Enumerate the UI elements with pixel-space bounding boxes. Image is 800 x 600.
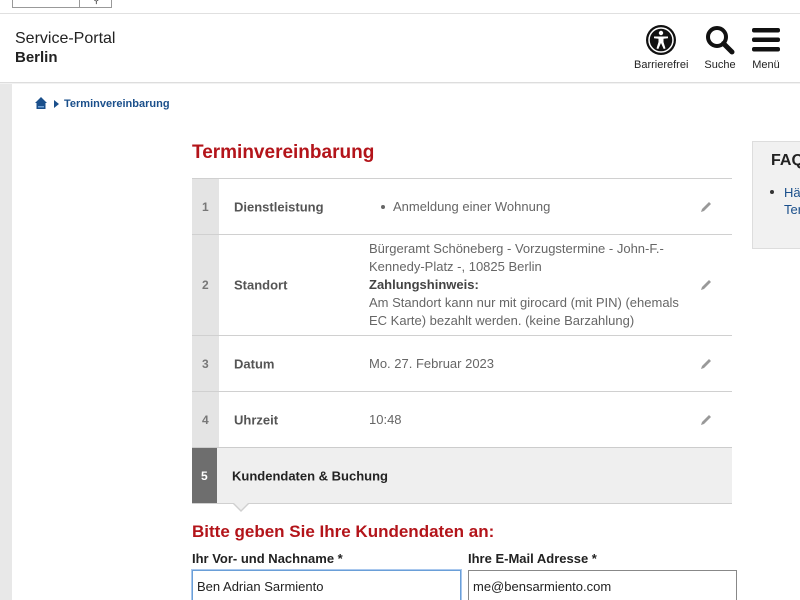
site-header: Service-Portal Berlin Barrierefrei Suche…	[0, 14, 800, 83]
breadcrumb-current[interactable]: Terminvereinbarung	[64, 98, 170, 110]
edit-pencil-icon[interactable]	[699, 357, 713, 371]
step-label: Datum	[234, 356, 275, 371]
edit-pencil-icon[interactable]	[699, 200, 713, 214]
active-step-pointer	[232, 502, 250, 512]
edit-pencil-icon[interactable]	[699, 278, 713, 292]
step-date: 3 Datum Mo. 27. Februar 2023	[192, 335, 732, 391]
search-icon	[706, 26, 735, 55]
customer-data-heading: Bitte geben Sie Ihre Kundendaten an:	[192, 522, 495, 541]
name-input[interactable]	[192, 570, 461, 600]
edit-pencil-icon[interactable]	[699, 413, 713, 427]
step-value: 10:48	[369, 412, 402, 427]
step-value: Mo. 27. Februar 2023	[369, 356, 495, 371]
search-button[interactable]: Suche	[704, 24, 736, 71]
step-number: 3	[192, 336, 219, 391]
faq-link-continued[interactable]: Ter	[784, 202, 800, 217]
brand-line-1[interactable]: Service-Portal	[15, 30, 115, 48]
step-customer-data: 5 Kundendaten & Buchung	[192, 447, 732, 512]
email-input[interactable]	[468, 570, 737, 600]
step-service: 1 Dienstleistung Anmeldung einer Wohnung	[192, 178, 732, 234]
payment-hint-line-2: EC Karte) bezahlt werden. (keine Barzahl…	[369, 313, 635, 328]
accessibility-label: Barrierefrei	[634, 59, 689, 71]
email-label: Ihre E-Mail Adresse *	[468, 551, 597, 566]
top-strip: ⚲	[0, 0, 800, 14]
accessibility-icon	[646, 25, 677, 55]
payment-hint-line-1: Am Standort kann nur mit girocard (mit P…	[369, 295, 679, 310]
menu-label: Menü	[752, 59, 780, 71]
brand-line-2[interactable]: Berlin	[15, 49, 58, 66]
top-search-field[interactable]	[12, 0, 80, 8]
accessibility-button[interactable]: Barrierefrei	[634, 24, 688, 71]
faq-link[interactable]: Hä	[784, 185, 800, 200]
search-label: Suche	[704, 59, 736, 71]
step-value: Anmeldung einer Wohnung	[367, 198, 687, 216]
bullet-icon	[381, 204, 385, 209]
booking-steps: 1 Dienstleistung Anmeldung einer Wohnung…	[192, 178, 732, 512]
step-location: 2 Standort Bürgeramt Schöneberg - Vorzug…	[192, 234, 732, 335]
step-label: Standort	[234, 277, 288, 293]
step-time: 4 Uhrzeit 10:48	[192, 391, 732, 447]
bullet-icon	[770, 190, 774, 194]
name-label: Ihr Vor- und Nachname *	[192, 551, 343, 566]
search-icon: ⚲	[93, 0, 100, 5]
payment-hint-title: Zahlungshinweis:	[369, 277, 479, 292]
menu-button[interactable]: Menü	[751, 24, 781, 71]
hamburger-menu-icon	[752, 28, 780, 52]
step-label: Kundendaten & Buchung	[232, 468, 388, 483]
step-number: 5	[192, 448, 217, 503]
faq-box: FAQ Hä Ter	[752, 141, 800, 249]
step-label: Dienstleistung	[234, 199, 324, 214]
step-number: 1	[192, 179, 219, 234]
chevron-right-icon	[54, 100, 59, 108]
page-title: Terminvereinbarung	[192, 142, 375, 163]
step-number: 4	[192, 392, 219, 447]
left-edge-bar	[0, 84, 12, 600]
step-number: 2	[192, 235, 219, 335]
top-search-button[interactable]: ⚲	[79, 0, 112, 8]
step-value: Bürgeramt Schöneberg - Vorzugstermine - …	[369, 240, 689, 330]
location-line-1: Bürgeramt Schöneberg - Vorzugstermine - …	[369, 241, 664, 256]
home-icon[interactable]	[34, 96, 48, 110]
location-line-2: Kennedy-Platz -, 10825 Berlin	[369, 259, 542, 274]
faq-title: FAQ	[771, 152, 800, 169]
step-label: Uhrzeit	[234, 412, 279, 427]
